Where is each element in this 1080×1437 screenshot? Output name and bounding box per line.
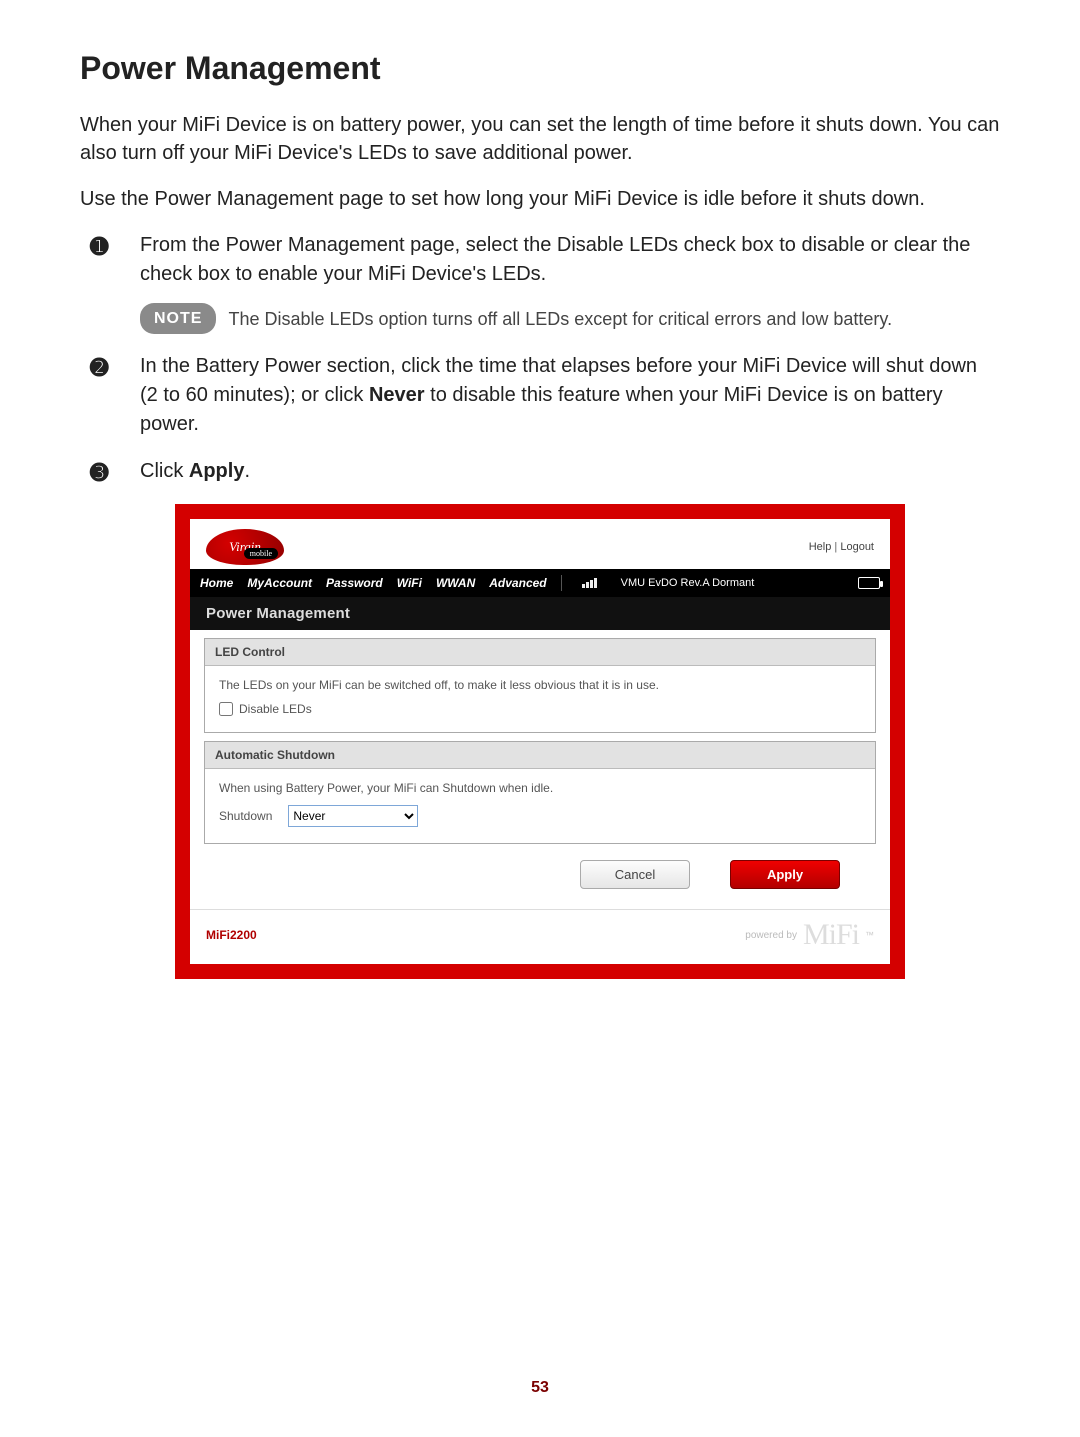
step-1: ➊ From the Power Management page, select… [90, 231, 1000, 334]
logout-link[interactable]: Logout [840, 541, 874, 553]
brand-logo: Virgin mobile [206, 529, 284, 565]
help-link[interactable]: Help [809, 541, 832, 553]
step-3: ➌ Click Apply. [90, 457, 1000, 486]
led-control-header: LED Control [205, 639, 875, 666]
automatic-shutdown-section: Automatic Shutdown When using Battery Po… [204, 741, 876, 844]
led-control-desc: The LEDs on your MiFi can be switched of… [219, 678, 861, 692]
shutdown-label: Shutdown [219, 809, 272, 823]
automatic-shutdown-header: Automatic Shutdown [205, 742, 875, 769]
nav-password[interactable]: Password [326, 576, 383, 590]
header-link-sep: | [831, 541, 840, 553]
mifi-logo: MiFi [803, 918, 859, 952]
disable-leds-label: Disable LEDs [239, 702, 312, 716]
step-3-text-a: Click [140, 460, 189, 482]
signal-icon [582, 578, 597, 588]
disable-leds-checkbox[interactable] [219, 702, 233, 716]
powered-by-label: powered by [745, 930, 797, 941]
disable-leds-row[interactable]: Disable LEDs [219, 702, 861, 716]
page-number: 53 [0, 1379, 1080, 1397]
step-2-number: ➋ [90, 352, 108, 384]
led-control-section: LED Control The LEDs on your MiFi can be… [204, 638, 876, 733]
automatic-shutdown-desc: When using Battery Power, your MiFi can … [219, 781, 861, 795]
nav-myaccount[interactable]: MyAccount [247, 576, 312, 590]
status-text: VMU EvDO Rev.A Dormant [621, 577, 755, 589]
nav-wwan[interactable]: WWAN [436, 576, 475, 590]
nav-home[interactable]: Home [200, 576, 233, 590]
step-3-text-b: . [244, 460, 250, 482]
intro-paragraph-1: When your MiFi Device is on battery powe… [80, 111, 1000, 167]
step-3-number: ➌ [90, 457, 108, 489]
header-links: Help | Logout [809, 541, 874, 553]
nav-wifi[interactable]: WiFi [397, 576, 422, 590]
page-title: Power Management [80, 50, 1000, 87]
step-1-text: From the Power Management page, select t… [140, 234, 970, 285]
step-1-number: ➊ [90, 231, 108, 263]
intro-paragraph-2: Use the Power Management page to set how… [80, 185, 1000, 213]
shutdown-select[interactable]: Never [288, 805, 418, 827]
trademark-icon: ™ [865, 930, 874, 940]
brand-logo-sub: mobile [244, 548, 278, 559]
device-model: MiFi2200 [206, 928, 257, 942]
step-2: ➋ In the Battery Power section, click th… [90, 352, 1000, 439]
section-title-bar: Power Management [190, 597, 890, 630]
nav-divider [561, 575, 562, 591]
step-3-bold: Apply [189, 460, 245, 482]
nav-bar: Home MyAccount Password WiFi WWAN Advanc… [190, 569, 890, 597]
cancel-button[interactable]: Cancel [580, 860, 690, 889]
nav-advanced[interactable]: Advanced [489, 576, 546, 590]
app-panel: Virgin mobile Help | Logout Home MyAccou… [175, 504, 905, 979]
apply-button[interactable]: Apply [730, 860, 840, 889]
powered-by: powered by MiFi ™ [745, 918, 874, 952]
note-pill: NOTE [140, 303, 216, 334]
step-2-bold: Never [369, 384, 425, 406]
battery-icon [858, 577, 880, 589]
note-text: The Disable LEDs option turns off all LE… [228, 306, 892, 332]
